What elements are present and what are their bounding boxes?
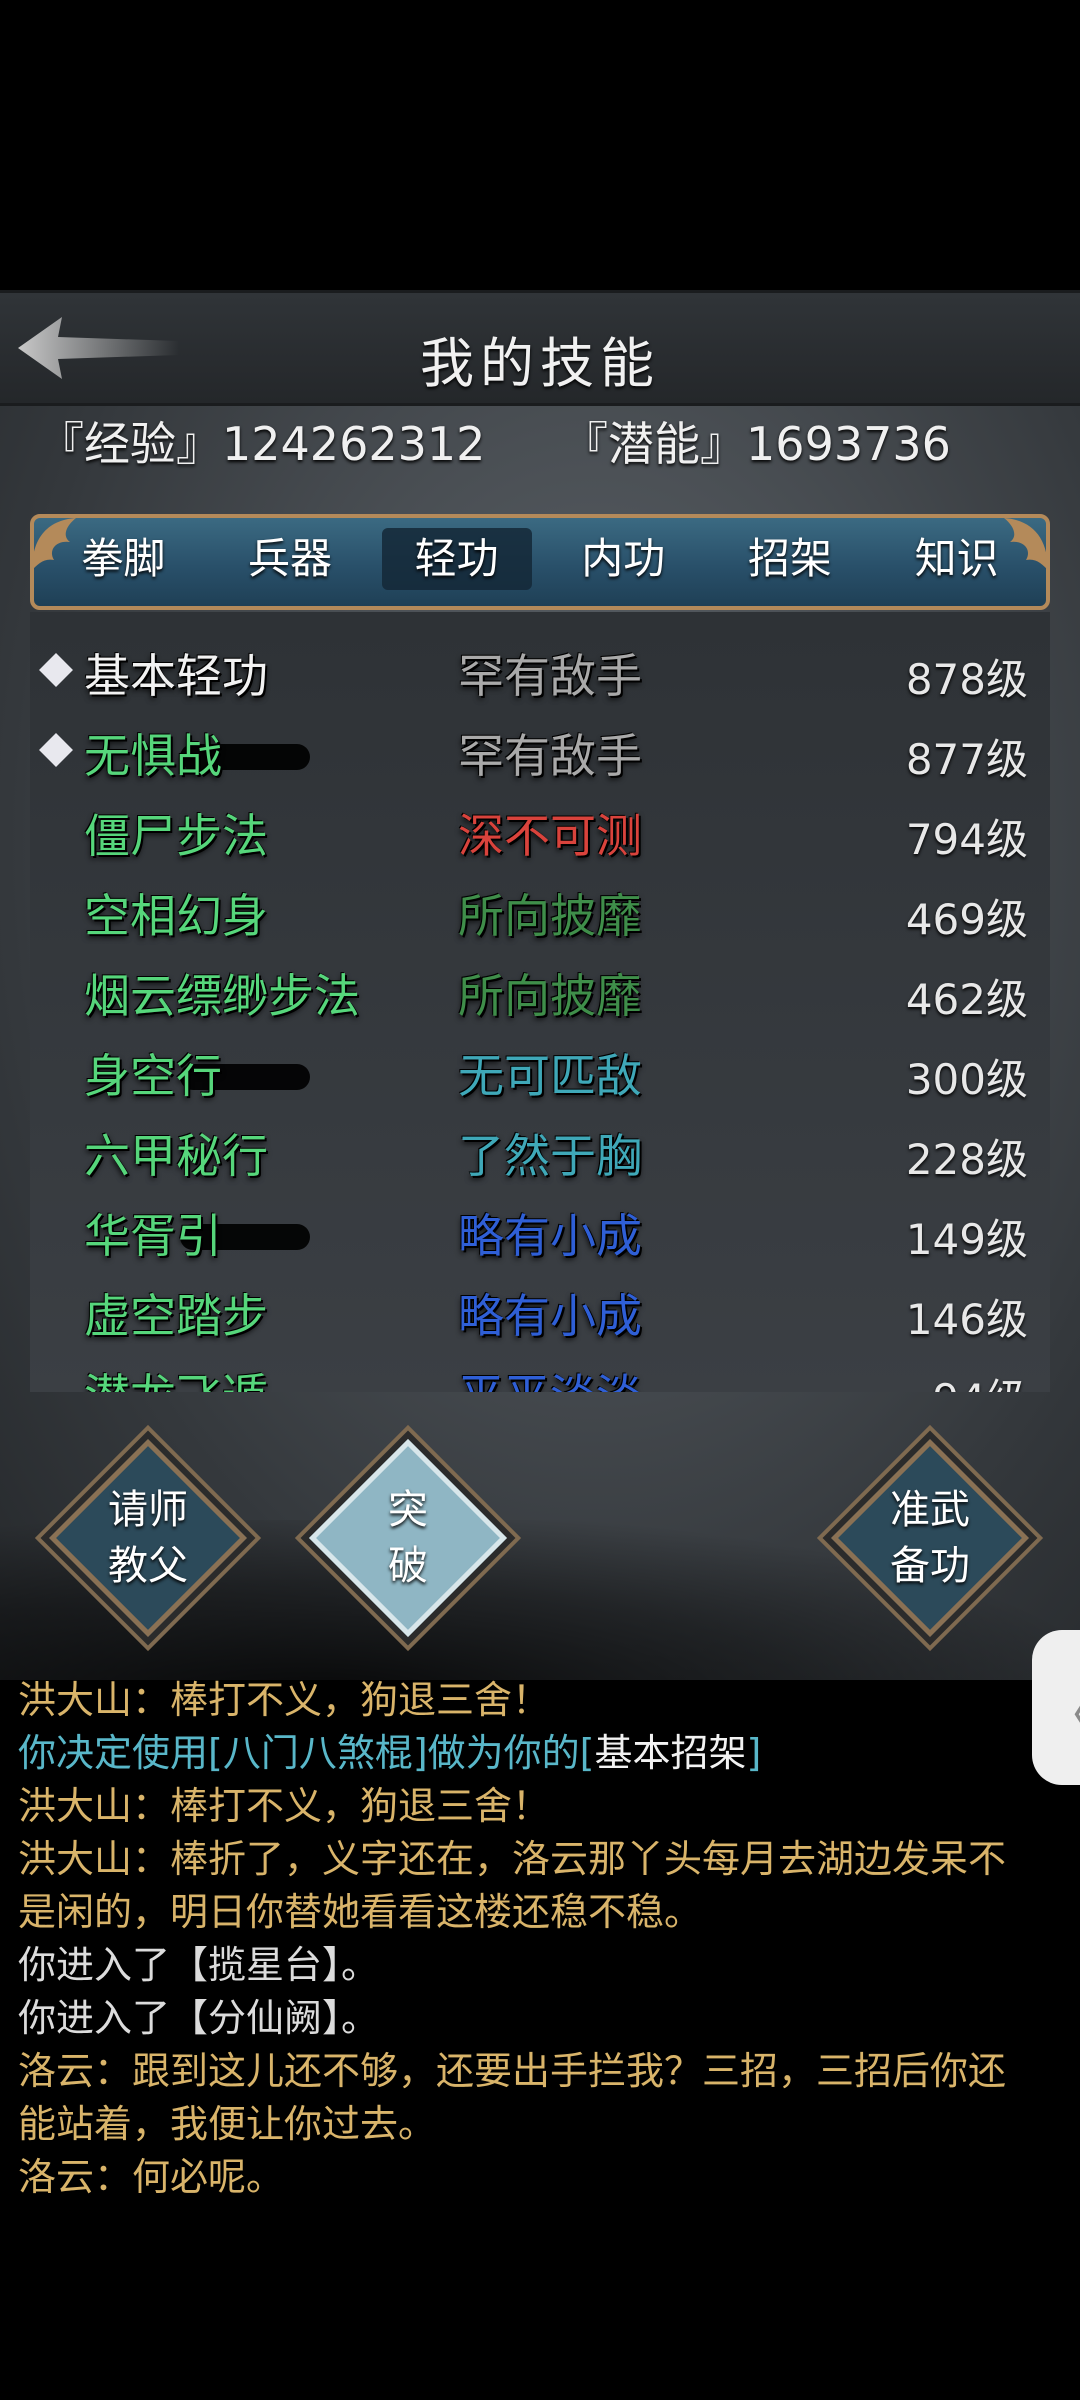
skill-name: 僵尸步法 [84,809,268,863]
skill-name: 基本轻功 [84,649,268,703]
skill-name: 身空行 [84,1049,222,1103]
log-line: 洛云：跟到这儿还不够，还要出手拦我？三招，三招后你还能站着，我便让你过去。 [18,2049,1007,2146]
skill-row[interactable]: 华胥引 略有小成 149级 [30,1192,1050,1272]
skill-level: 300级 [905,1055,1028,1104]
equipped-marker-icon [39,653,73,687]
page-title: 我的技能 [420,332,660,395]
skill-row[interactable]: 空相幻身 所向披靡 469级 [30,872,1050,952]
skill-name: 无惧战 [84,729,222,783]
skill-rank: 了然于胸 [458,1129,642,1183]
skill-row[interactable]: 无惧战 罕有敌手 877级 [30,712,1050,792]
skill-row[interactable]: 潜龙飞遁 平平淡淡 94级 [30,1352,1050,1392]
skill-rank: 所向披靡 [458,969,642,1023]
skill-name: 华胥引 [84,1209,222,1263]
log-line: 洪大山：棒打不义，狗退三舍！ [18,1678,551,1722]
tab-fist-kick[interactable]: 拳脚 [48,528,198,590]
skill-rank: 无可匹敌 [458,1049,642,1103]
skill-rank: 平平淡淡 [458,1360,642,1392]
tab-inner-power[interactable]: 内功 [548,528,698,590]
log-line: 你进入了【分仙阙】。 [18,1996,380,2040]
header-bar: 我的技能 [0,290,1080,406]
tab-weapons[interactable]: 兵器 [215,528,365,590]
skill-level: 228级 [905,1135,1028,1184]
skill-level: 149级 [905,1215,1028,1264]
prepare-skills-button[interactable]: 准武 备功 [830,1438,1030,1638]
skill-level: 146级 [905,1295,1028,1344]
skill-level: 878级 [905,655,1028,704]
skill-rank: 罕有敌手 [458,649,642,703]
skill-level: 877级 [905,735,1028,784]
equipped-marker-icon [39,733,73,767]
log-segment: 基本招架 [594,1731,747,1775]
log-line: 洛云：何必呢。 [18,2155,285,2199]
tab-lightness[interactable]: 轻功 [381,528,532,590]
skill-list: 基本轻功 罕有敌手 878级 无惧战 罕有敌手 877级 僵尸步法 深不可测 7… [30,612,1050,1392]
skill-name: 虚空踏步 [84,1289,268,1343]
skill-row[interactable]: 身空行 无可匹敌 300级 [30,1032,1050,1112]
log-segment: ] [746,1731,762,1775]
skill-row[interactable]: 烟云缥缈步法 所向披靡 462级 [30,952,1050,1032]
log-line: 你决定使用[八门八煞棍]做为你的[基本招架] [18,1727,1038,1780]
log-line: 洪大山：棒打不义，狗退三舍！ [18,1784,551,1828]
log-line: 你进入了【揽星台】。 [18,1943,380,1987]
tab-parry[interactable]: 招架 [715,528,865,590]
skill-category-tabs: 拳脚 兵器 轻功 内功 招架 知识 [40,528,1040,598]
potential-stat: 『潜能』1693736 [562,417,951,471]
log-segment: 八门八煞棍 [222,1731,413,1775]
status-area [0,0,1080,290]
tab-knowledge[interactable]: 知识 [882,528,1032,590]
skill-name: 空相幻身 [84,889,268,943]
skill-row[interactable]: 基本轻功 罕有敌手 878级 [30,632,1050,712]
skill-rank: 深不可测 [458,809,642,863]
skill-level: 462级 [905,975,1028,1024]
breakthrough-button[interactable]: 突 破 [308,1438,508,1638]
skill-name: 六甲秘行 [84,1129,268,1183]
skill-row[interactable]: 六甲秘行 了然于胸 228级 [30,1112,1050,1192]
skill-level: 794级 [905,815,1028,864]
prepare-skills-button-label: 准武 备功 [890,1487,970,1589]
teacher-button[interactable]: 请师 教父 [48,1438,248,1638]
skill-level: 94级 [933,1366,1028,1392]
skill-rank: 罕有敌手 [458,729,642,783]
skill-name: 潜龙飞遁 [84,1360,268,1392]
teacher-button-label: 请师 教父 [108,1487,188,1589]
log-line: 洪大山：棒折了，义字还在，洛云那丫头每月去湖边发呆不是闲的，明日你替她看看这楼还… [18,1837,1007,1934]
breakthrough-button-label: 突 破 [388,1487,428,1589]
skill-level: 469级 [905,895,1028,944]
experience-stat: 『经验』124262312 [38,417,486,471]
skill-name: 烟云缥缈步法 [84,969,360,1023]
log-segment: ]做为你的[ [412,1731,595,1775]
message-log: 洪大山：棒打不义，狗退三舍！ 你决定使用[八门八煞棍]做为你的[基本招架] 洪大… [18,1674,1038,2204]
skill-rank: 略有小成 [458,1209,642,1263]
skill-rank: 略有小成 [458,1289,642,1343]
stats-row: 『经验』124262312 『潜能』1693736 [38,408,1013,474]
skill-row[interactable]: 虚空踏步 略有小成 146级 [30,1272,1050,1352]
side-drawer-handle[interactable]: 〈 [1032,1630,1080,1785]
chevron-left-icon: 〈 [1044,1674,1080,1749]
skill-row[interactable]: 僵尸步法 深不可测 794级 [30,792,1050,872]
log-segment: 你决定使用[ [18,1731,223,1775]
skill-rank: 所向披靡 [458,889,642,943]
